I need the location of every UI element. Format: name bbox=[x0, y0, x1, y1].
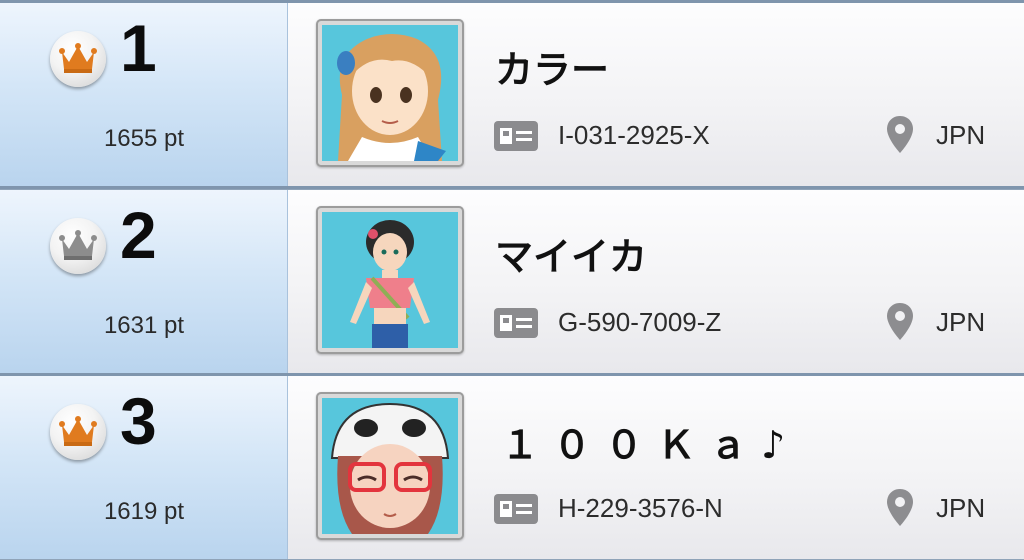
trainer-id: G-590-7009-Z bbox=[558, 307, 722, 337]
country-code: JPN bbox=[936, 120, 986, 150]
player-panel: マイイカ G-590-7009-Z JPN bbox=[288, 190, 1024, 373]
country-code: JPN bbox=[936, 493, 986, 523]
location-pin-icon bbox=[887, 303, 913, 340]
trainer-card-icon bbox=[494, 121, 538, 151]
points-value: 1655 pt bbox=[103, 125, 185, 152]
location-pin-icon bbox=[887, 489, 913, 526]
leaderboard-row-2[interactable]: 2 1631 pt マイイカ G-590-7009-Z JPN bbox=[0, 190, 1024, 373]
silver-crown-icon bbox=[50, 218, 106, 274]
avatar[interactable] bbox=[316, 19, 464, 167]
player-panel: １００Ｋａ♪ H-229-3576-N JPN bbox=[288, 376, 1024, 559]
country-code: JPN bbox=[936, 307, 986, 337]
trainer-card-icon bbox=[494, 494, 538, 524]
player-name: カラー bbox=[495, 48, 610, 92]
rank-number: 3 bbox=[120, 384, 157, 458]
gold-crown-icon bbox=[50, 404, 106, 460]
rank-number: 1 bbox=[120, 11, 157, 85]
rank-number: 2 bbox=[120, 198, 157, 272]
points-value: 1631 pt bbox=[103, 312, 185, 339]
trainer-card-icon bbox=[494, 308, 538, 338]
avatar[interactable] bbox=[316, 206, 464, 354]
leaderboard-row-3[interactable]: 3 1619 pt １００Ｋａ♪ H-229-3576-N JPN bbox=[0, 376, 1024, 559]
player-name: マイイカ bbox=[495, 235, 648, 279]
trainer-id: I-031-2925-X bbox=[558, 120, 710, 150]
avatar[interactable] bbox=[316, 392, 464, 540]
trainer-id: H-229-3576-N bbox=[558, 493, 723, 523]
row-divider bbox=[0, 186, 1024, 189]
player-name: １００Ｋａ♪ bbox=[501, 423, 800, 467]
leaderboard-row-1[interactable]: 1 1655 pt カラー I-031-2925-X JPN bbox=[0, 3, 1024, 186]
leaderboard: 1 1655 pt カラー I-031-2925-X JPN 2 1631 pt… bbox=[0, 0, 1024, 560]
player-panel: カラー I-031-2925-X JPN bbox=[288, 3, 1024, 186]
points-value: 1619 pt bbox=[103, 498, 185, 525]
location-pin-icon bbox=[887, 116, 913, 153]
gold-crown-icon bbox=[50, 31, 106, 87]
rank-panel: 3 1619 pt bbox=[0, 376, 288, 559]
rank-panel: 2 1631 pt bbox=[0, 190, 288, 373]
rank-panel: 1 1655 pt bbox=[0, 3, 288, 186]
